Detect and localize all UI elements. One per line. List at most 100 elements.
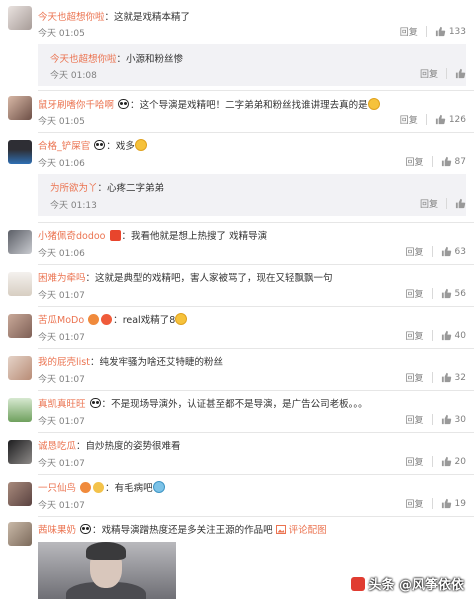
thumbs-up-icon [441, 246, 451, 257]
member-badge-icon [88, 314, 100, 325]
reply-button[interactable]: 回复 [400, 113, 418, 126]
panda-badge-icon [94, 140, 106, 150]
like-button[interactable]: 133 [435, 26, 466, 37]
timestamp: 今天 01:07 [38, 459, 85, 469]
like-button[interactable]: 87 [441, 156, 466, 167]
username-link[interactable]: 诚恳吃瓜 [38, 441, 76, 452]
avatar[interactable] [8, 140, 32, 164]
avatar[interactable] [8, 314, 32, 338]
reply-button[interactable]: 回复 [406, 455, 424, 468]
username-link[interactable]: 我的屁壳list [38, 357, 90, 368]
comment-image-link[interactable]: 评论配图 [275, 525, 327, 536]
thumbs-up-icon [441, 414, 451, 425]
divider [431, 498, 433, 509]
avatar[interactable] [8, 440, 32, 464]
avatar[interactable] [8, 356, 32, 380]
username-link[interactable]: 真凯真旺旺 [38, 399, 86, 410]
like-button[interactable] [455, 68, 466, 79]
reply-button[interactable]: 回复 [406, 329, 424, 342]
username-link[interactable]: 小猪佩奇dodoo [38, 231, 106, 242]
thumbs-up-icon [441, 288, 451, 299]
like-button[interactable]: 20 [441, 456, 466, 467]
reply-button[interactable]: 回复 [406, 155, 424, 168]
divider [431, 414, 433, 425]
star-badge-icon [109, 230, 121, 241]
divider [38, 348, 474, 349]
reply-button[interactable]: 回复 [406, 413, 424, 426]
username-link[interactable]: 合格_铲屎官 [38, 141, 90, 152]
photo-subject-hair [86, 542, 126, 560]
thumbs-up-icon [435, 26, 446, 37]
divider [38, 306, 474, 307]
like-button[interactable]: 63 [441, 246, 466, 257]
comment-text: 这就是典型的戏精吧，害人家被骂了，现在又轻飘飘一句 [95, 273, 333, 284]
comment-text: 自炒热度的姿势很难看 [85, 441, 181, 452]
timestamp: 今天 01:05 [38, 29, 85, 39]
username-link[interactable]: 鼠牙刷嗜你千哈啊 [38, 100, 114, 111]
divider [431, 330, 433, 341]
divider [38, 132, 474, 133]
username-link[interactable]: 为所欲为丫 [50, 183, 98, 194]
avatar[interactable] [8, 272, 32, 296]
avatar[interactable] [8, 482, 32, 506]
member-badge-icon [80, 482, 92, 493]
username-link[interactable]: 今天也超想你啦 [38, 12, 105, 23]
panda-badge-icon [80, 524, 92, 534]
divider [38, 222, 474, 223]
comment-text: 纯发牢骚为啥还艾特睫的粉丝 [99, 357, 223, 368]
like-count: 63 [454, 246, 466, 257]
comment-text: 不是现场导演外，认证甚至都不是导演，是广告公司老板。。。 [111, 399, 368, 410]
thumbs-up-icon [441, 156, 451, 167]
username-link[interactable]: 今天也超想你啦 [50, 54, 117, 65]
avatar[interactable] [8, 398, 32, 422]
avatar[interactable] [8, 96, 32, 120]
like-count: 30 [454, 414, 466, 425]
reply-button[interactable]: 回复 [420, 197, 438, 210]
image-icon [275, 525, 286, 534]
username-link[interactable]: 一只仙鸟 [38, 483, 76, 494]
avatar[interactable] [8, 522, 32, 546]
timestamp: 今天 01:08 [50, 71, 97, 81]
username-link[interactable]: 茜味果奶 [38, 525, 76, 536]
comment-text: real戏精了8 [122, 315, 176, 326]
reply-button[interactable]: 回复 [406, 371, 424, 384]
divider [431, 246, 433, 257]
comment-text: 小源和粉丝惨 [126, 54, 184, 65]
avatar[interactable] [8, 230, 32, 254]
comment-photo[interactable] [38, 542, 176, 599]
like-button[interactable]: 32 [441, 372, 466, 383]
reply-button[interactable]: 回复 [406, 497, 424, 510]
divider [431, 456, 433, 467]
timestamp: 今天 01:06 [38, 249, 85, 259]
like-count: 126 [448, 114, 466, 125]
reply-button[interactable]: 回复 [406, 245, 424, 258]
like-button[interactable]: 30 [441, 414, 466, 425]
reply-button[interactable]: 回复 [406, 287, 424, 300]
divider [431, 156, 433, 167]
divider [446, 198, 447, 209]
reply-button[interactable]: 回复 [400, 25, 418, 38]
comment-text: 我看他就是想上热搜了 戏精导演 [131, 231, 268, 242]
username-link[interactable]: 苦瓜MoDo [38, 315, 84, 326]
timestamp: 今天 01:07 [38, 417, 85, 427]
timestamp: 今天 01:13 [50, 201, 97, 211]
timestamp: 今天 01:07 [38, 501, 85, 511]
username-link[interactable]: 困难为牵吗 [38, 273, 86, 284]
avatar[interactable] [8, 6, 32, 30]
timestamp: 今天 01:07 [38, 333, 85, 343]
comment-text: 这个导演是戏精吧！二字弟弟和粉丝找谁讲理去真的是 [139, 100, 368, 111]
like-button[interactable] [455, 198, 466, 209]
thumbs-up-icon [435, 114, 446, 125]
divider [425, 114, 427, 125]
comment-content: 今天也超想你啦：这就是戏精本精了 [38, 12, 191, 23]
reply-button[interactable]: 回复 [420, 67, 438, 80]
like-button[interactable]: 40 [441, 330, 466, 341]
divider [38, 432, 474, 433]
like-button[interactable]: 19 [441, 498, 466, 509]
like-button[interactable]: 56 [441, 288, 466, 299]
comment-text: 有毛病吧 [114, 483, 153, 494]
like-count: 56 [454, 288, 466, 299]
like-button[interactable]: 126 [435, 114, 466, 125]
like-count: 19 [454, 498, 466, 509]
divider [425, 26, 427, 37]
